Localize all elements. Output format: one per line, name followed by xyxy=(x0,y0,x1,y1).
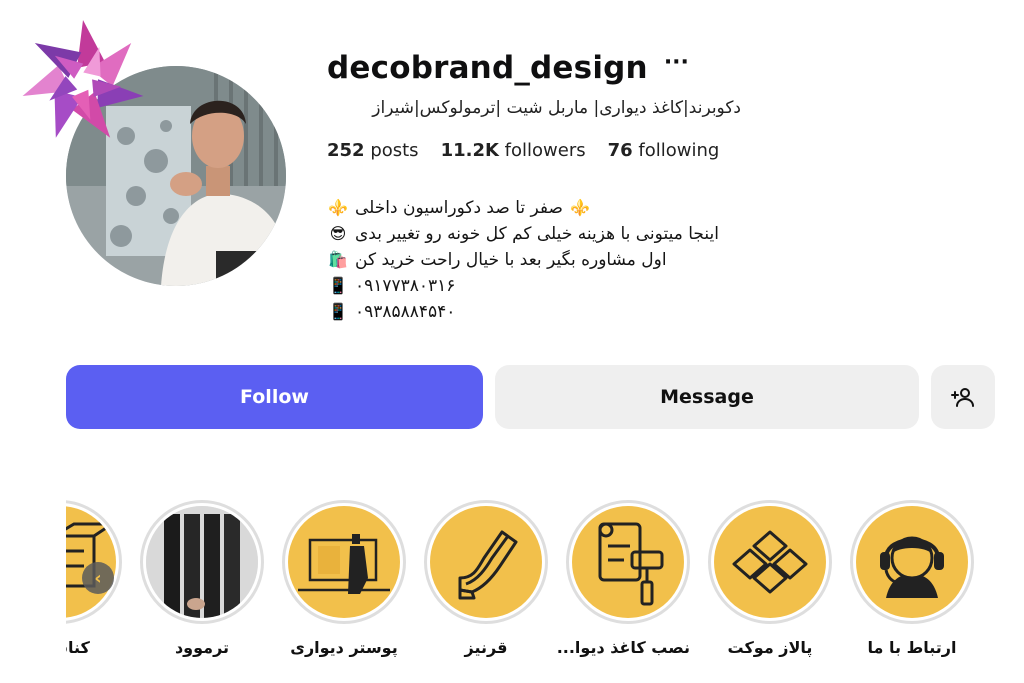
phone-number: ۰۹۱۷۷۳۸۰۳۱۶ xyxy=(355,276,456,296)
message-button[interactable]: Message xyxy=(495,365,919,429)
follow-button[interactable]: Follow xyxy=(66,365,483,429)
highlight-label: ارتباط با ما xyxy=(867,638,957,657)
highlight-label: نصب کاغذ دیوا... xyxy=(556,638,690,657)
story-highlights: ‹ کناف ن ترموود xyxy=(66,490,1024,683)
highlight-label: کناف ن xyxy=(66,638,90,657)
scroll-left-icon[interactable]: ‹ xyxy=(82,562,114,594)
headset-support-icon xyxy=(880,536,944,598)
bio-text: اول مشاوره بگیر بعد با خیال راحت خرید کن xyxy=(355,250,667,270)
posts-stat[interactable]: 252 posts xyxy=(327,140,419,161)
bio-line: 📱 ۰۹۱۷۷۳۸۰۳۱۶ xyxy=(327,273,787,299)
bio-line: ⚜️ صفر تا صد دکوراسیون داخلی ⚜️ xyxy=(327,195,787,221)
suggest-user-button[interactable] xyxy=(931,365,995,429)
highlight-label: قرنیز xyxy=(464,638,508,657)
profile-category: دکوبرند|کاغذ دیواری| ماربل شیت |ترمولوکس… xyxy=(372,98,741,118)
profile-username: decobrand_design xyxy=(327,50,648,86)
bio-line: 😎 اینجا میتونی با هزینه خیلی کم کل خونه … xyxy=(327,221,787,247)
mobile-phone-icon: 📱 xyxy=(328,276,348,295)
bio-line: 📱 ۰۹۳۸۵۸۸۴۵۴۰ xyxy=(327,299,787,325)
phone-number: ۰۹۳۸۵۸۸۴۵۴۰ xyxy=(355,302,456,322)
highlight-label: ترموود xyxy=(174,638,230,657)
highlight-wallpaper-install[interactable]: نصب کاغذ دیوا... xyxy=(556,500,690,657)
bio-text: اینجا میتونی با هزینه خیلی کم کل خونه رو… xyxy=(355,224,719,244)
floor-tiles-icon xyxy=(732,530,808,594)
drywall-icon xyxy=(66,522,116,588)
highlight-label: پوستر دیواری xyxy=(290,638,398,657)
wood-panel-photo xyxy=(146,506,258,618)
brand-logo xyxy=(8,14,158,149)
highlight-wall-poster[interactable]: پوستر دیواری xyxy=(282,500,406,657)
highlight-thermowood[interactable]: ترموود xyxy=(140,500,264,657)
shopping-bags-icon: 🛍️ xyxy=(328,250,348,269)
more-options-icon[interactable]: ··· xyxy=(664,52,689,84)
profile-bio: ⚜️ صفر تا صد دکوراسیون داخلی ⚜️ 😎 اینجا … xyxy=(327,195,787,325)
fleur-de-lis-icon: ⚜️ xyxy=(328,198,348,217)
highlight-contact[interactable]: ارتباط با ما xyxy=(850,500,974,657)
highlight-label: پالاز موکت xyxy=(727,638,813,657)
followers-stat[interactable]: 11.2K followers xyxy=(441,140,586,161)
molding-icon xyxy=(458,530,518,600)
profile-stats: 252 posts 11.2K followers 76 following xyxy=(327,140,719,161)
bio-line: 🛍️ اول مشاوره بگیر بعد با خیال راحت خرید… xyxy=(327,247,787,273)
wallpaper-roll-icon xyxy=(598,522,664,606)
bio-text: صفر تا صد دکوراسیون داخلی xyxy=(355,198,563,218)
highlight-molding[interactable]: قرنیز xyxy=(424,500,548,657)
sunglasses-emoji-icon: 😎 xyxy=(329,224,347,243)
highlight-flooring[interactable]: پالاز موکت xyxy=(708,500,832,657)
person-plus-icon xyxy=(951,388,974,407)
fleur-de-lis-icon: ⚜️ xyxy=(569,198,590,217)
wall-poster-icon xyxy=(298,534,390,594)
profile-info: decobrand_design ··· دکوبرند|کاغذ دیواری… xyxy=(327,40,987,322)
following-stat[interactable]: 76 following xyxy=(608,140,720,161)
mobile-phone-icon: 📱 xyxy=(328,302,348,321)
